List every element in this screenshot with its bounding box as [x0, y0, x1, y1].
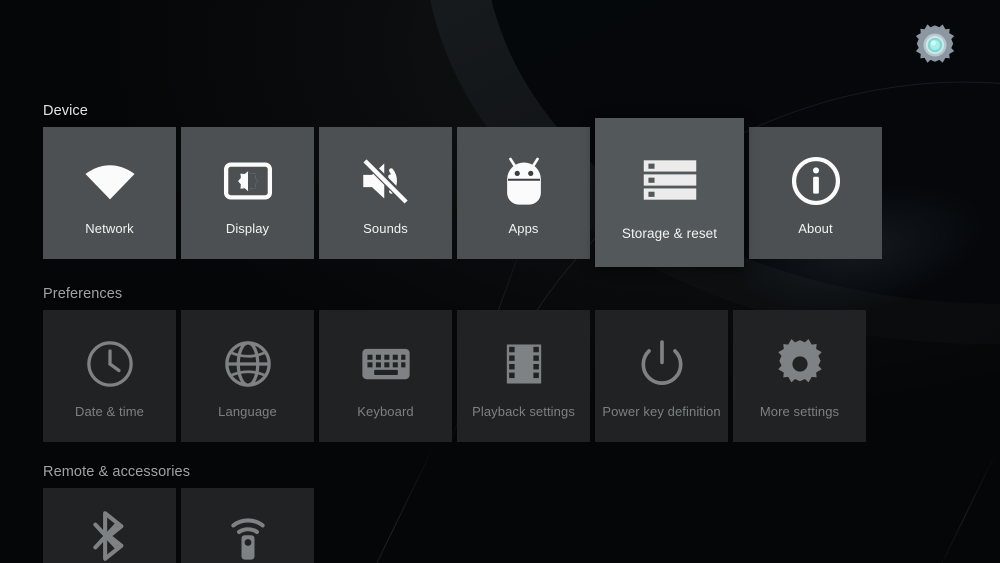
tile-label: About: [798, 221, 833, 236]
tile-label: Playback settings: [472, 404, 575, 419]
film-icon: [496, 336, 552, 392]
tile-label: Date & time: [74, 404, 144, 419]
tile-playback-settings[interactable]: Playback settings: [457, 310, 590, 442]
section-device: Device Network Display Sounds Apps Stora…: [43, 103, 882, 267]
tile-bluetooth[interactable]: [43, 488, 176, 563]
tile-label: Keyboard: [357, 404, 414, 419]
tile-row-preferences: Date & time Language Keyboard Playback s…: [43, 310, 866, 442]
tile-more-settings[interactable]: More settings: [733, 310, 866, 442]
storage-icon: [639, 149, 701, 211]
tile-label: Apps: [508, 221, 539, 236]
section-title-preferences: Preferences: [43, 286, 123, 302]
tile-label: Network: [85, 221, 134, 236]
tile-apps[interactable]: Apps: [457, 127, 590, 259]
info-icon: [788, 153, 844, 209]
tile-label: Storage & reset: [621, 226, 718, 241]
tile-storage-reset[interactable]: Storage & reset: [595, 118, 744, 267]
tile-sounds[interactable]: Sounds: [319, 127, 452, 259]
settings-screen: Device Network Display Sounds Apps Stora…: [0, 0, 1000, 563]
tile-label: Language: [218, 404, 277, 419]
tile-label: Power key definition: [602, 404, 721, 419]
wifi-icon: [82, 153, 138, 209]
tile-network[interactable]: Network: [43, 127, 176, 259]
android-icon: [496, 153, 552, 209]
keyboard-icon: [358, 336, 414, 392]
clock-icon: [82, 336, 138, 392]
section-title-remote-accessories: Remote & accessories: [43, 464, 191, 480]
settings-gear-icon[interactable]: [912, 22, 958, 68]
tile-keyboard[interactable]: Keyboard: [319, 310, 452, 442]
power-icon: [634, 336, 690, 392]
tile-date-time[interactable]: Date & time: [43, 310, 176, 442]
sound-mute-icon: [358, 153, 414, 209]
section-title-device: Device: [43, 103, 88, 119]
tile-remote-device[interactable]: [181, 488, 314, 563]
display-icon: [220, 153, 276, 209]
tile-display[interactable]: Display: [181, 127, 314, 259]
section-preferences: Preferences Date & time Language Keyboar…: [43, 286, 866, 442]
section-remote-accessories: Remote & accessories: [43, 464, 314, 563]
remote-icon: [220, 508, 276, 563]
gear-icon: [772, 336, 828, 392]
tile-language[interactable]: Language: [181, 310, 314, 442]
tile-about[interactable]: About: [749, 127, 882, 259]
bluetooth-icon: [82, 508, 138, 563]
tile-label: More settings: [759, 404, 840, 419]
globe-icon: [220, 336, 276, 392]
tile-label: Sounds: [363, 221, 408, 236]
tile-power-key-definition[interactable]: Power key definition: [595, 310, 728, 442]
tile-row-device: Network Display Sounds Apps Storage & re…: [43, 118, 882, 267]
tile-row-remote-accessories: [43, 488, 314, 563]
tile-label: Display: [225, 221, 270, 236]
